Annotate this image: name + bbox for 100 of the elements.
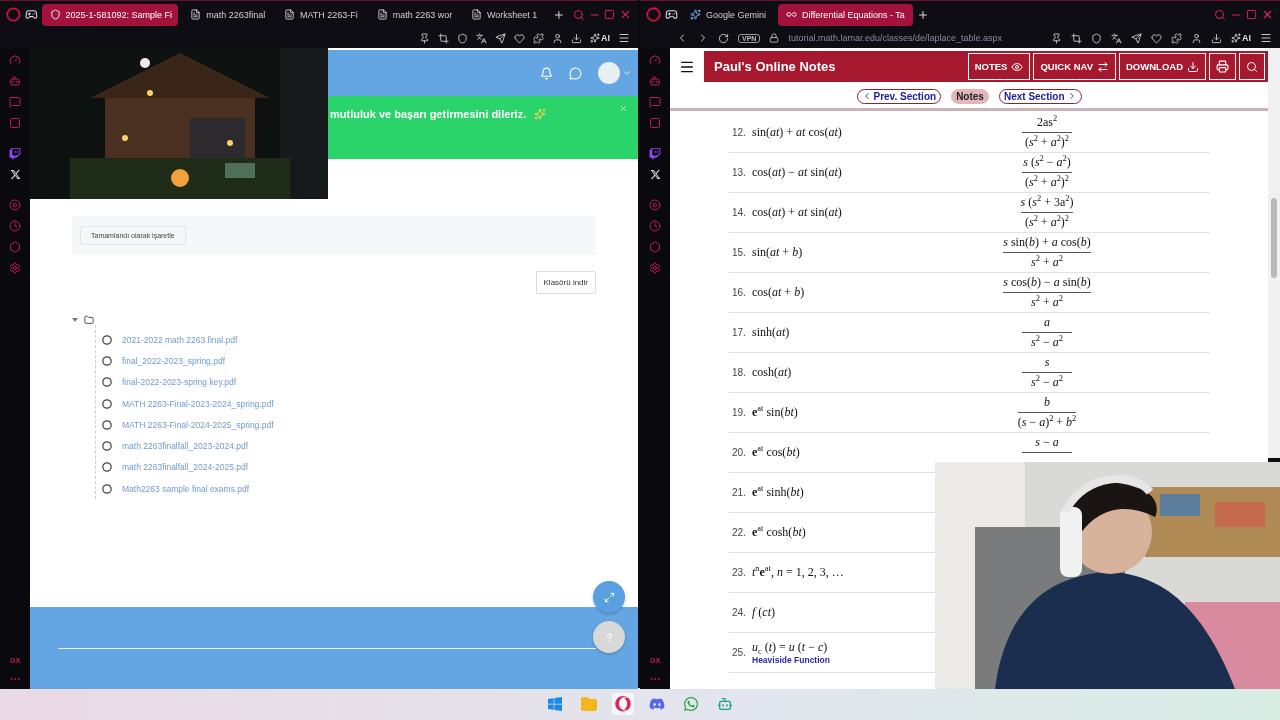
bell-icon[interactable] (540, 66, 553, 80)
message-icon[interactable] (9, 96, 21, 108)
heaviside-link[interactable]: Heaviside Function (752, 655, 830, 665)
menu-icon[interactable] (1260, 32, 1272, 44)
pin-icon[interactable] (1051, 32, 1062, 44)
file-icon (102, 441, 112, 452)
hexagon-icon[interactable] (9, 241, 21, 253)
expand-icon (603, 591, 615, 603)
reload-icon[interactable] (718, 32, 729, 44)
shield-icon[interactable] (457, 32, 468, 44)
puzzle-icon[interactable] (533, 32, 544, 44)
speedometer-icon[interactable] (649, 54, 661, 66)
browser-tab[interactable]: math 2263final (182, 3, 272, 26)
row-number: 13. (732, 167, 746, 178)
lock-icon (769, 33, 780, 43)
header-button[interactable]: NOTES (967, 53, 1031, 80)
download-icon[interactable] (571, 32, 582, 44)
maximize-icon[interactable] (1246, 9, 1257, 20)
folder-icon (84, 315, 94, 325)
row-number: 16. (732, 287, 746, 298)
browser-tab[interactable]: math 2263 wor (368, 3, 459, 26)
header-button[interactable]: QUICK NAV (1033, 53, 1116, 80)
download-folder-button[interactable]: Klasörü indir (535, 271, 596, 294)
expand-caret-icon[interactable] (72, 318, 78, 322)
scrollbar-thumb[interactable] (1271, 198, 1277, 278)
scrollbar[interactable] (1268, 48, 1280, 458)
denominator: s$^{2}$ − a$^{2}$ (1031, 375, 1063, 390)
profile-icon[interactable] (552, 32, 563, 44)
expand-button[interactable] (593, 581, 625, 613)
browser-tab[interactable]: MATH 2263-Fi (275, 3, 365, 26)
browser-logo-icon[interactable] (646, 7, 661, 22)
row-number: 12. (732, 127, 746, 138)
browser-icon[interactable] (612, 693, 634, 715)
header-button[interactable]: DOWNLOAD (1119, 53, 1206, 80)
address-bar[interactable]: tutorial.math.lamar.edu/classes/de/laplace_table.aspx (788, 33, 1003, 43)
menu-icon[interactable] (618, 32, 630, 44)
numerator: s cos(b) − a sin(b) (1003, 275, 1091, 290)
numerator: 2as$^{2}$ (1036, 115, 1058, 130)
shield-icon[interactable] (1091, 32, 1102, 44)
profile-icon[interactable] (1191, 32, 1202, 44)
x-icon[interactable] (9, 169, 21, 180)
twitch-icon[interactable] (649, 148, 661, 160)
send-icon[interactable] (495, 32, 506, 44)
browser-tab[interactable]: Google Gemini (682, 3, 775, 26)
message-icon[interactable] (649, 96, 661, 108)
new-tab-icon[interactable] (916, 8, 929, 21)
clock-icon[interactable] (9, 220, 21, 232)
close-icon[interactable] (1261, 8, 1274, 21)
chevron-down-icon[interactable] (622, 68, 632, 78)
infinity-icon (786, 9, 798, 20)
play-icon[interactable] (649, 199, 661, 211)
section-link[interactable]: Prev. Section (856, 88, 942, 104)
clock-icon[interactable] (649, 220, 661, 232)
section-link[interactable]: Next Section (998, 88, 1082, 104)
settings-icon[interactable] (649, 262, 661, 274)
play-icon[interactable] (9, 199, 21, 211)
x-icon[interactable] (649, 169, 661, 180)
gamepad-icon[interactable] (24, 8, 38, 21)
crop-icon[interactable] (1071, 32, 1082, 44)
pin-icon[interactable] (419, 32, 430, 44)
search-icon[interactable] (1214, 8, 1226, 21)
heart-icon[interactable] (514, 32, 525, 44)
send-icon[interactable] (1131, 32, 1142, 44)
denominator: s$^{2}$ + a$^{2}$ (1031, 255, 1063, 270)
print-button[interactable] (1209, 53, 1236, 80)
browser-tab[interactable]: 2025-1-581092: Sample Fi (41, 3, 179, 26)
chat-icon[interactable] (569, 66, 582, 80)
translate-icon[interactable] (1111, 32, 1122, 44)
file-icon (102, 462, 112, 473)
twitch-icon[interactable] (9, 148, 21, 160)
numerator: b (1044, 395, 1050, 410)
speedometer-icon[interactable] (9, 54, 21, 66)
search-icon[interactable] (572, 8, 585, 21)
row-number: 18. (732, 367, 746, 378)
function-formula: cos(at + b) (752, 285, 805, 300)
function-formula: sin(at + b) (752, 245, 803, 260)
site-title: Paul's Online Notes (714, 59, 836, 74)
bot-icon[interactable] (9, 75, 21, 87)
file-icon (102, 398, 112, 409)
maximize-icon[interactable] (604, 9, 616, 20)
browser-tab[interactable]: Worksheet 1 (462, 3, 549, 26)
gamepad-icon[interactable] (665, 8, 678, 21)
square-icon[interactable] (9, 117, 21, 129)
new-tab-icon[interactable] (552, 8, 565, 21)
bot-icon[interactable] (649, 75, 661, 87)
section-link[interactable]: Notes (951, 88, 989, 104)
hexagon-icon[interactable] (649, 241, 661, 253)
puzzle-icon[interactable] (1171, 32, 1182, 44)
download-icon[interactable] (1211, 32, 1222, 44)
avatar[interactable] (598, 62, 620, 84)
browser-tab[interactable]: Differential Equations - Ta (778, 3, 913, 26)
translate-icon[interactable] (476, 32, 487, 44)
square-icon[interactable] (649, 117, 661, 129)
numerator: a (1044, 315, 1050, 330)
settings-icon[interactable] (9, 262, 21, 274)
search-button[interactable] (1239, 53, 1265, 80)
heart-icon[interactable] (1151, 32, 1162, 44)
crop-icon[interactable] (438, 32, 449, 44)
menu-icon[interactable] (670, 51, 704, 82)
browser-logo-icon[interactable] (6, 7, 21, 22)
